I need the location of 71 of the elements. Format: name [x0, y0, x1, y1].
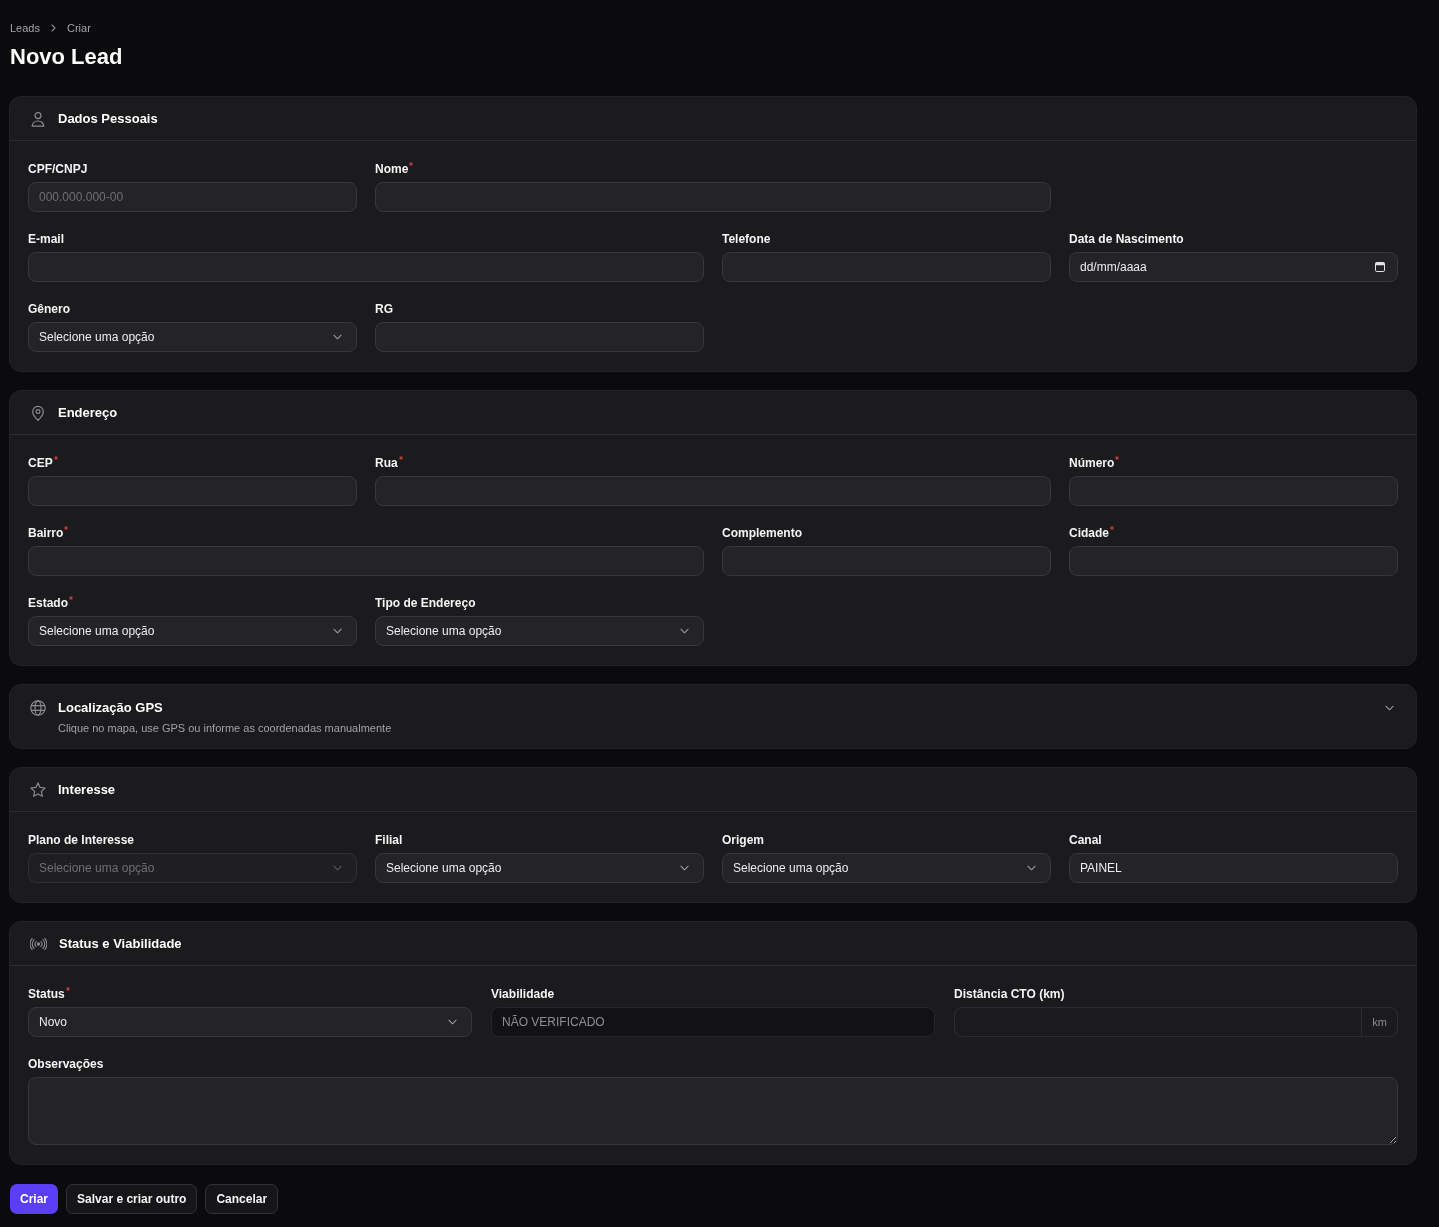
text-field[interactable]: [28, 476, 357, 506]
chevron-down-icon: [1027, 865, 1036, 871]
chevron-down-icon: [333, 628, 342, 634]
field-label: Canal: [1069, 832, 1102, 848]
breadcrumb-link[interactable]: Leads: [10, 20, 40, 36]
field-label: CEP: [28, 455, 53, 471]
chevron-down-icon: [333, 334, 342, 340]
select-field[interactable]: Selecione uma opção: [28, 322, 357, 352]
field-label: CPF/CNPJ: [28, 161, 88, 177]
field-label: Status: [28, 986, 65, 1002]
select-field[interactable]: Selecione uma opção: [722, 853, 1051, 883]
field-label: Estado: [28, 595, 68, 611]
field-label: Plano de Interesse: [28, 832, 135, 848]
field-label: Tipo de Endereço: [375, 595, 476, 611]
field-label: E-mail: [28, 231, 64, 247]
text-field[interactable]: [28, 252, 704, 282]
section-title: Status e Viabilidade: [59, 934, 183, 953]
chevron-down-icon[interactable]: [1385, 705, 1394, 711]
chevron-down-icon: [333, 865, 342, 871]
field-label: Cidade: [1069, 525, 1109, 541]
text-field[interactable]: [722, 546, 1051, 576]
page-title: Novo Lead: [10, 43, 124, 71]
text-field[interactable]: [722, 252, 1051, 282]
section-title: Dados Pessoais: [58, 109, 159, 128]
text-field[interactable]: PAINEL: [1069, 853, 1398, 883]
field-label: RG: [375, 301, 393, 317]
text-field[interactable]: [1069, 476, 1398, 506]
section-subtitle: Clique no mapa, use GPS ou informe as coordenadas manualmente: [58, 721, 393, 736]
field-label: Telefone: [722, 231, 771, 247]
text-field[interactable]: [28, 546, 704, 576]
section-title: Interesse: [58, 780, 117, 799]
text-field[interactable]: [375, 322, 704, 352]
select-field[interactable]: Selecione uma opção: [28, 616, 357, 646]
text-field[interactable]: [1069, 546, 1398, 576]
map-pin-icon: [30, 404, 46, 421]
globe-icon: [30, 700, 46, 716]
calendar-icon[interactable]: [1375, 262, 1385, 272]
action-button[interactable]: Criar: [10, 1184, 58, 1214]
action-button[interactable]: Salvar e criar outro: [66, 1184, 198, 1214]
field-label: Observações: [28, 1056, 104, 1072]
section-title: Localização GPS: [58, 699, 164, 717]
field-label: Data de Nascimento: [1069, 231, 1184, 247]
chevron-down-icon: [448, 1019, 457, 1025]
field-label: Número: [1069, 455, 1115, 471]
section-title: Endereço: [58, 403, 119, 422]
field-label: Distância CTO (km): [954, 986, 1065, 1002]
date-field[interactable]: dd/mm/aaaa: [1069, 252, 1398, 282]
select-field[interactable]: Selecione uma opção: [375, 853, 704, 883]
select-field[interactable]: Novo: [28, 1007, 472, 1037]
field-label: Bairro: [28, 525, 64, 541]
field-label: Gênero: [28, 301, 70, 317]
field-label: Viabilidade: [491, 986, 555, 1002]
text-field[interactable]: [375, 476, 1051, 506]
select-field[interactable]: Selecione uma opção: [375, 616, 704, 646]
star-icon: [30, 781, 46, 798]
field-label: Filial: [375, 832, 403, 848]
field-label: Complemento: [722, 525, 802, 541]
chevron-down-icon: [680, 865, 689, 871]
field-label: Nome: [375, 161, 409, 177]
text-field[interactable]: [375, 182, 1051, 212]
textarea-field[interactable]: [28, 1077, 1398, 1145]
chevron-right-icon: [51, 24, 56, 32]
user-icon: [30, 110, 46, 127]
broadcast-icon: [30, 937, 47, 950]
action-button[interactable]: Cancelar: [205, 1184, 279, 1214]
number-field[interactable]: km: [954, 1007, 1398, 1037]
breadcrumb-link[interactable]: Criar: [67, 20, 91, 36]
field-label: Origem: [722, 832, 764, 848]
text-field[interactable]: 000.000.000-00: [28, 182, 357, 212]
field-label: Rua: [375, 455, 398, 471]
chevron-down-icon: [680, 628, 689, 634]
